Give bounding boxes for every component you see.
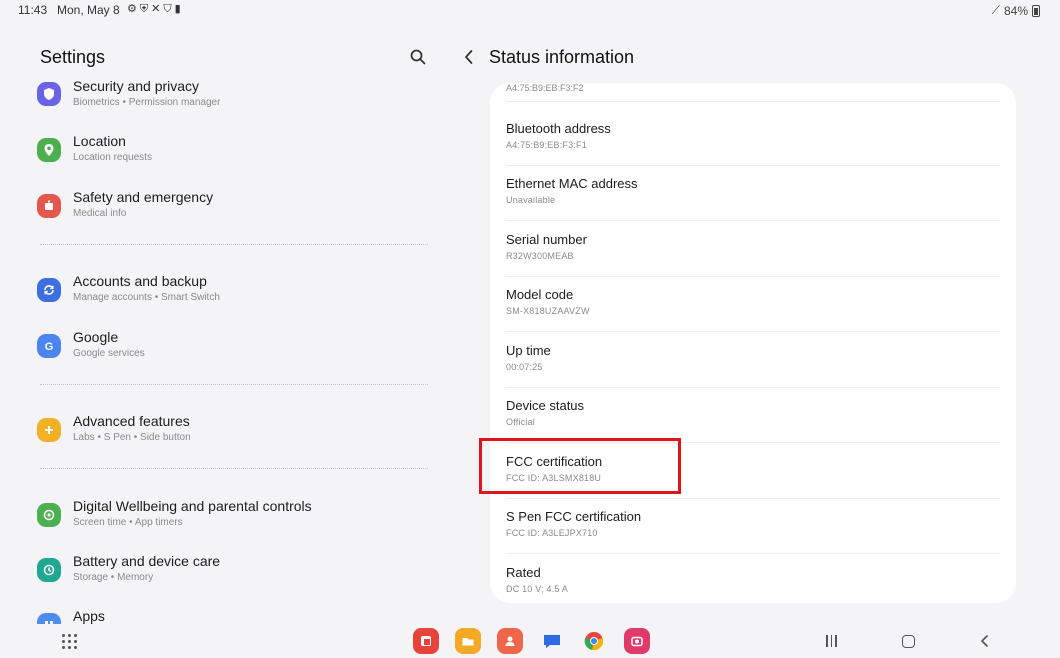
recents-button[interactable] — [826, 635, 837, 647]
status-bar: 11:43 Mon, May 8 ⚙ ⛨ ✕ ⛉ ▮ ⟋ 84% — [0, 0, 1060, 22]
location-pin-icon — [37, 138, 61, 162]
row-title: Device status — [506, 398, 585, 413]
row-title: S Pen FCC certification — [506, 509, 642, 524]
battery-text: 84% — [1003, 3, 1028, 18]
row-value: R32W300MEAB — [506, 251, 574, 261]
row-title: Up time — [506, 343, 551, 358]
menu-item-battery[interactable]: Battery and device care Storage • Memory — [37, 553, 432, 599]
device-care-icon — [37, 558, 61, 582]
row-model-code[interactable]: Model code SM-X818UZAAVZW — [506, 277, 1000, 332]
row-divider — [506, 553, 1000, 554]
partial-row-value: A4:75:B9:EB:F3:F2 — [506, 83, 584, 93]
app-drawer-icon[interactable] — [62, 634, 78, 650]
menu-item-subtitle: Biometrics • Permission manager — [73, 97, 221, 108]
row-s-pen-fcc-certification[interactable]: S Pen FCC certification FCC ID: A3LEJPX7… — [506, 499, 1000, 554]
row-value: FCC ID: A3LEJPX710 — [506, 528, 598, 538]
menu-item-title: Location — [73, 133, 126, 149]
wellbeing-icon — [37, 503, 61, 527]
menu-item-security[interactable]: Security and privacy Biometrics • Permis… — [37, 78, 432, 124]
plus-icon — [37, 418, 61, 442]
row-value: Official — [506, 417, 535, 427]
menu-item-subtitle: Medical info — [73, 208, 127, 219]
settings-title: Settings — [40, 47, 106, 67]
row-divider — [506, 101, 1000, 102]
menu-item-subtitle: Screen time • App timers — [73, 517, 183, 528]
row-divider — [506, 331, 1000, 332]
row-title: Ethernet MAC address — [506, 176, 638, 191]
section-divider — [40, 468, 428, 469]
section-divider — [40, 244, 428, 245]
menu-item-title: Digital Wellbeing and parental controls — [73, 498, 312, 514]
gear-icon: ⚙ — [127, 3, 137, 15]
samsung-notes-icon[interactable] — [413, 628, 439, 654]
row-device-status[interactable]: Device status Official — [506, 388, 1000, 443]
shield-check-icon: ⛨ — [139, 3, 149, 15]
alert-icon — [37, 194, 61, 218]
row-serial-number[interactable]: Serial number R32W300MEAB — [506, 222, 1000, 277]
home-button[interactable] — [902, 635, 915, 648]
row-value: SM-X818UZAAVZW — [506, 306, 590, 316]
status-time: 11:43 — [18, 3, 48, 17]
row-value: A4:75:B9:EB:F3:F1 — [506, 140, 587, 150]
menu-item-title: Battery and device care — [73, 553, 221, 569]
signal-off-icon: ⟋ — [991, 3, 1000, 17]
notification-icons: ⚙ ⛨ ✕ ⛉ ▮ — [127, 3, 181, 16]
menu-item-wellbeing[interactable]: Digital Wellbeing and parental controls … — [37, 498, 432, 544]
menu-item-title: Advanced features — [73, 413, 190, 429]
sync-icon — [37, 278, 61, 302]
menu-item-title: Safety and emergency — [73, 189, 214, 205]
shield-icon: ⛉ — [163, 3, 172, 15]
menu-item-title: Security and privacy — [73, 78, 200, 94]
status-info-card: A4:75:B9:EB:F3:F2 Bluetooth address A4:7… — [490, 83, 1016, 603]
back-arrow-icon[interactable] — [461, 48, 477, 66]
menu-item-safety[interactable]: Safety and emergency Medical info — [37, 189, 432, 235]
menu-item-subtitle: Labs • S Pen • Side button — [73, 432, 191, 443]
messages-icon[interactable] — [539, 628, 565, 654]
google-icon: G — [37, 334, 61, 358]
clipboard-icon: ▮ — [174, 3, 181, 15]
row-value: Unavailable — [506, 195, 556, 205]
menu-item-subtitle: Google services — [73, 348, 145, 359]
status-information-title: Status information — [489, 47, 635, 67]
menu-item-google[interactable]: G Google Google services — [37, 329, 432, 375]
row-value: 00:07:25 — [506, 362, 543, 372]
shield-icon — [37, 82, 61, 106]
menu-item-accounts[interactable]: Accounts and backup Manage accounts • Sm… — [37, 273, 432, 319]
system-status: ⟋ 84% — [992, 3, 1040, 18]
row-up-time[interactable]: Up time 00:07:25 — [506, 333, 1000, 388]
back-button[interactable] — [978, 634, 992, 648]
contacts-icon[interactable] — [497, 628, 523, 654]
row-title: Bluetooth address — [506, 121, 611, 136]
tools-icon: ✕ — [151, 3, 161, 15]
row-title: Model code — [506, 287, 574, 302]
search-icon[interactable] — [409, 48, 427, 66]
menu-item-subtitle: Storage • Memory — [73, 572, 154, 583]
svg-text:G: G — [45, 341, 54, 353]
fcc-highlight-box — [479, 438, 681, 494]
row-ethernet-mac[interactable]: Ethernet MAC address Unavailable — [506, 166, 1000, 221]
menu-item-title: Accounts and backup — [73, 273, 207, 289]
battery-icon — [1032, 4, 1040, 17]
menu-item-advanced[interactable]: Advanced features Labs • S Pen • Side bu… — [37, 413, 432, 459]
menu-item-location[interactable]: Location Location requests — [37, 133, 432, 179]
navigation-bar — [0, 622, 1060, 658]
menu-item-title: Google — [73, 329, 119, 345]
menu-item-subtitle: Manage accounts • Smart Switch — [73, 292, 220, 303]
row-divider — [506, 220, 1000, 221]
row-title: Rated — [506, 565, 541, 580]
row-title: Serial number — [506, 232, 587, 247]
chrome-icon[interactable] — [581, 628, 607, 654]
row-bluetooth-address[interactable]: Bluetooth address A4:75:B9:EB:F3:F1 — [506, 111, 1000, 166]
row-rated[interactable]: Rated DC 10 V; 4.5 A — [506, 555, 1000, 603]
row-value: DC 10 V; 4.5 A — [506, 584, 568, 594]
section-divider — [40, 384, 428, 385]
camera-icon[interactable] — [624, 628, 650, 654]
status-date: Mon, May 8 — [57, 3, 120, 17]
my-files-icon[interactable] — [455, 628, 481, 654]
menu-item-subtitle: Location requests — [73, 152, 152, 163]
